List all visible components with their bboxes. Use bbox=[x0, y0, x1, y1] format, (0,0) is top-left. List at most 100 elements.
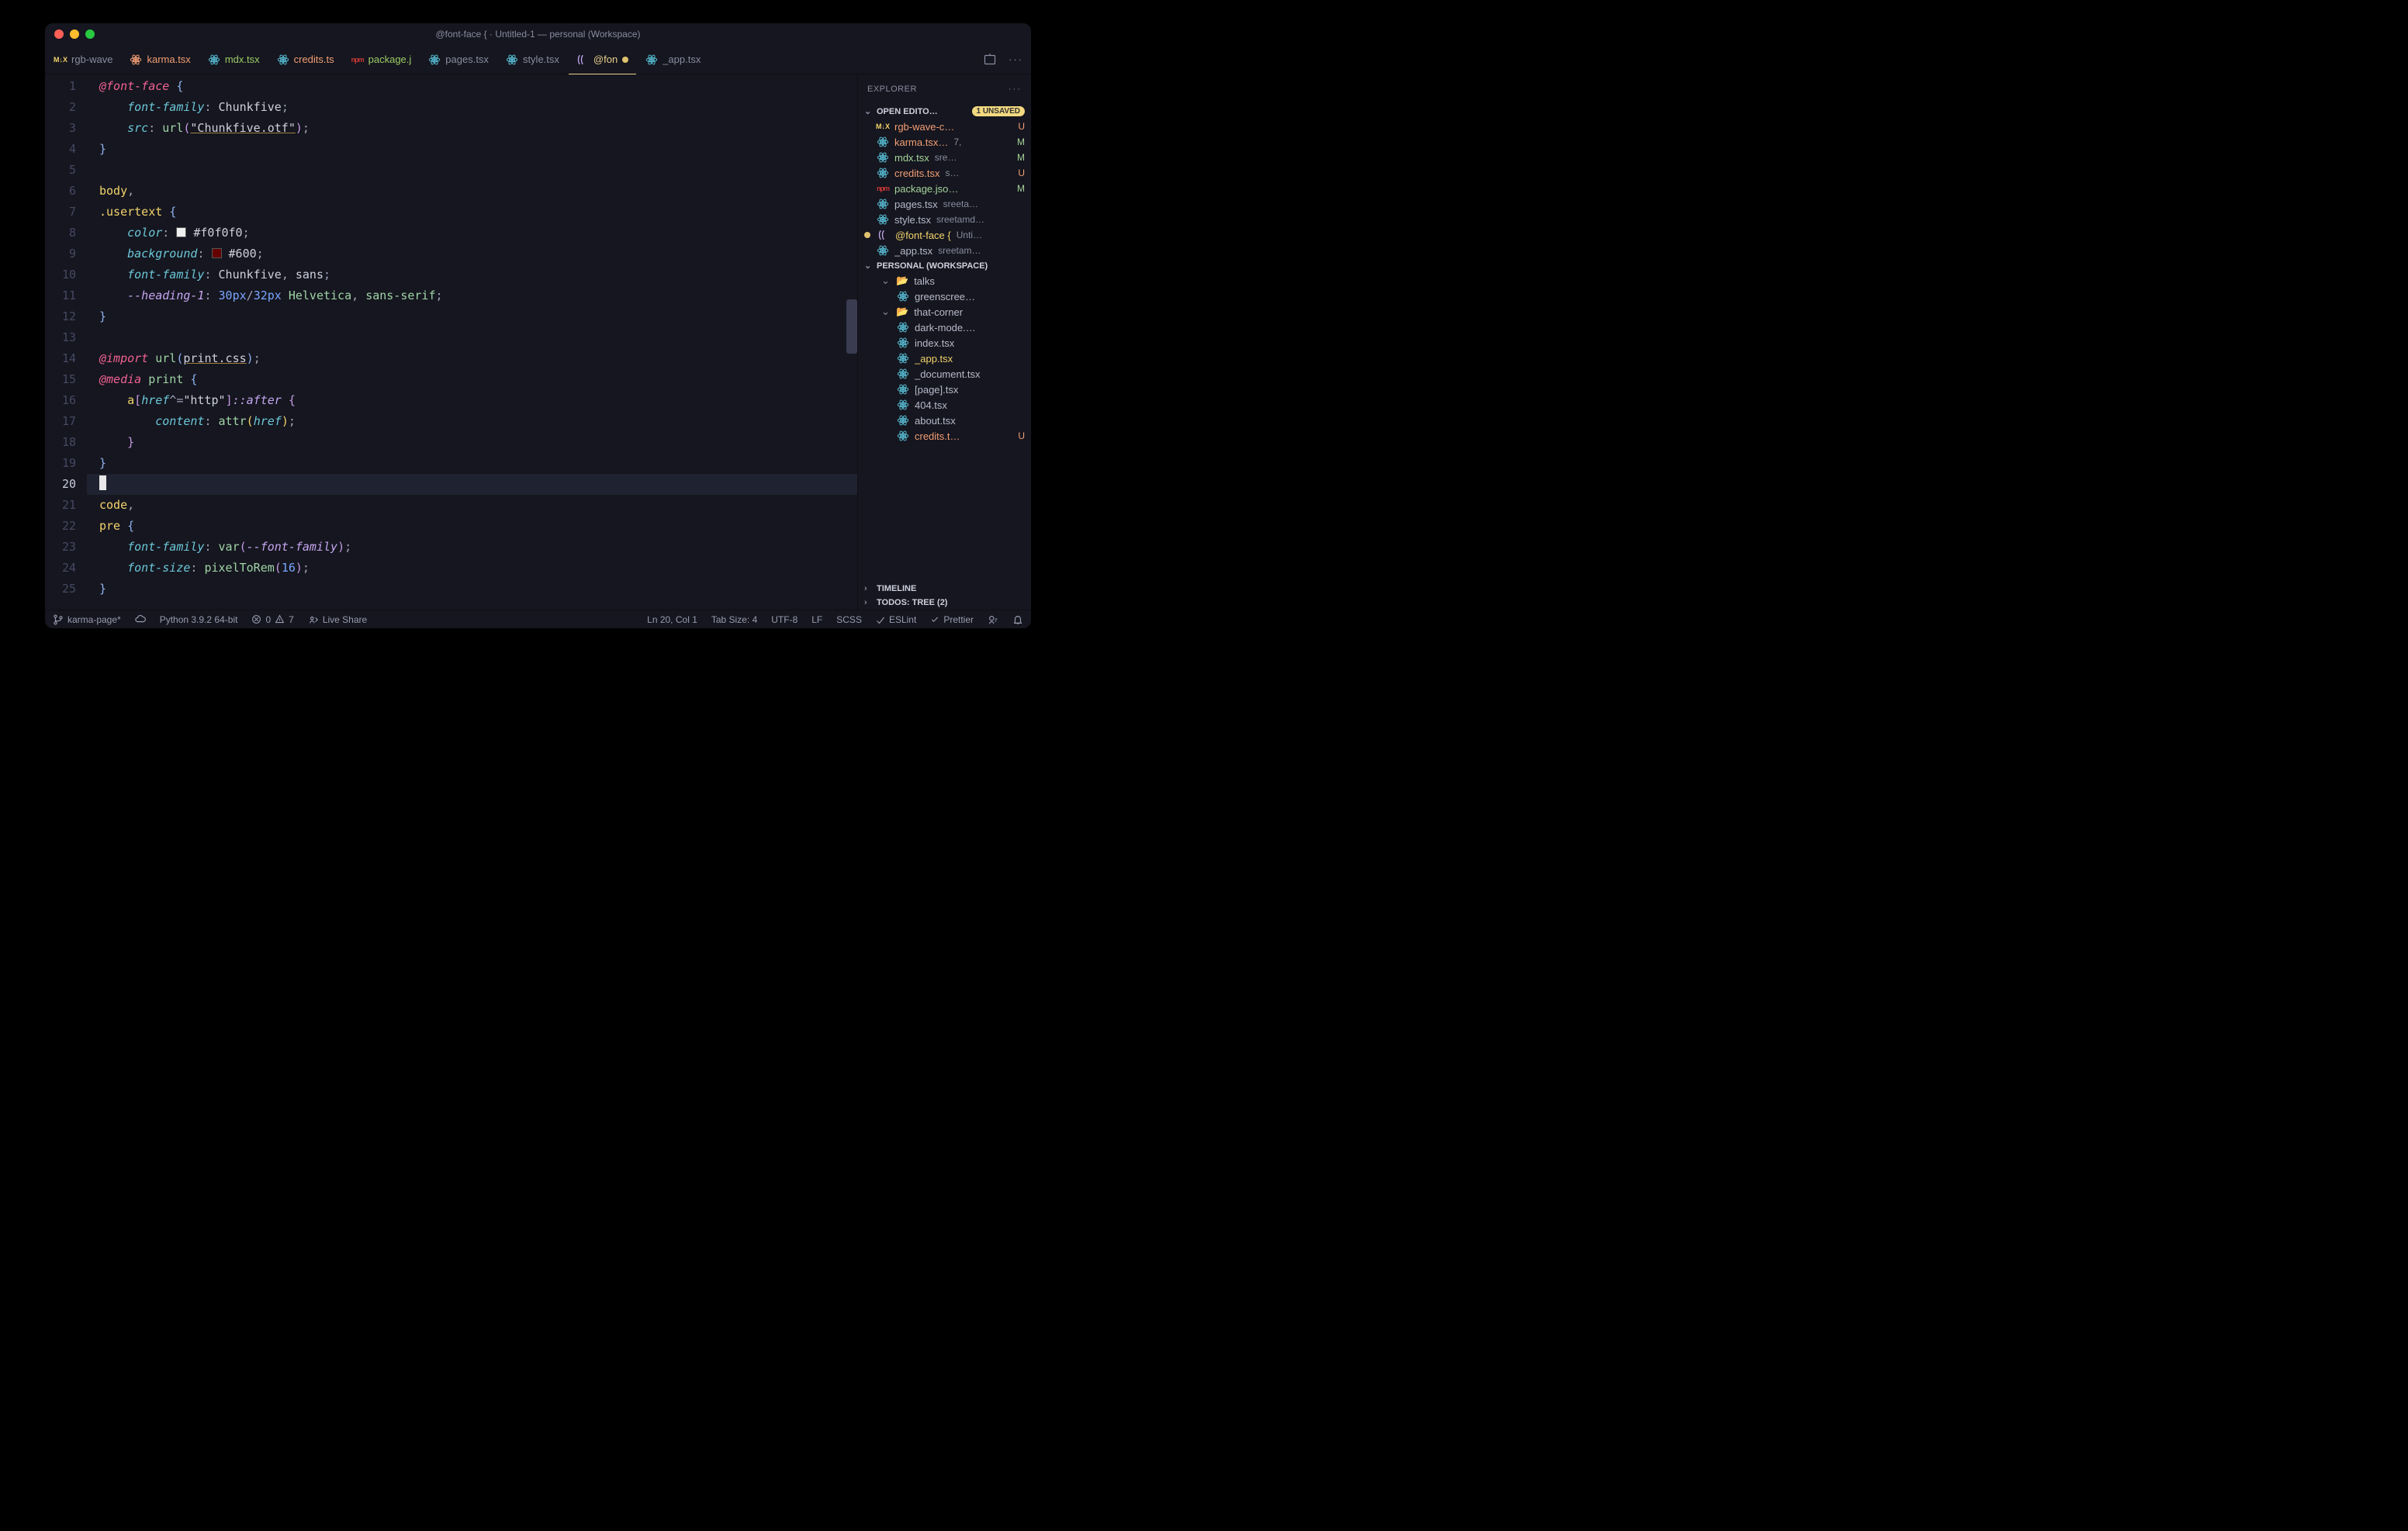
file-dark-mode[interactable]: dark-mode.… bbox=[858, 320, 1031, 335]
git-branch-status[interactable]: karma-page* bbox=[53, 614, 121, 625]
editor-window: @font-face { · Untitled-1 — personal (Wo… bbox=[45, 23, 1031, 628]
timeline-header[interactable]: › TIMELINE bbox=[858, 582, 1031, 596]
folder-open-icon: 📂 bbox=[896, 306, 908, 318]
window-title: @font-face { · Untitled-1 — personal (Wo… bbox=[45, 29, 1031, 40]
chevron-down-icon: ⌄ bbox=[881, 306, 891, 318]
react-icon bbox=[897, 368, 909, 380]
react-icon bbox=[877, 213, 889, 226]
npm-icon: npm bbox=[351, 54, 364, 66]
dirty-indicator-icon bbox=[622, 57, 628, 63]
eslint-status[interactable]: ESLint bbox=[876, 614, 916, 625]
status-bar: karma-page* Python 3.9.2 64-bit 0 7 Live… bbox=[45, 610, 1031, 628]
cloud-sync-status[interactable] bbox=[135, 614, 146, 625]
npm-icon: npm bbox=[877, 182, 889, 195]
workspace-header[interactable]: ⌄ PERSONAL (WORKSPACE) bbox=[858, 258, 1031, 273]
sidebar-header: EXPLORER ··· bbox=[858, 74, 1031, 104]
close-window-button[interactable] bbox=[54, 29, 64, 39]
python-interpreter-status[interactable]: Python 3.9.2 64-bit bbox=[160, 614, 238, 625]
open-editor-app[interactable]: _app.tsx sreetam… bbox=[858, 243, 1031, 258]
css-icon bbox=[576, 54, 589, 66]
liveshare-status[interactable]: Live Share bbox=[308, 614, 367, 625]
file-credits[interactable]: credits.t… U bbox=[858, 428, 1031, 444]
chevron-down-icon: ⌄ bbox=[864, 261, 874, 271]
open-editor-pages[interactable]: pages.tsx sreeta… bbox=[858, 196, 1031, 212]
chevron-down-icon: ⌄ bbox=[864, 106, 874, 116]
file-about[interactable]: about.tsx bbox=[858, 413, 1031, 428]
react-icon bbox=[506, 54, 518, 66]
todos-header[interactable]: › TODOS: TREE (2) bbox=[858, 596, 1031, 610]
unsaved-badge: 1 UNSAVED bbox=[972, 106, 1026, 116]
problems-status[interactable]: 0 7 bbox=[251, 614, 293, 625]
tab-pages[interactable]: pages.tsx bbox=[420, 45, 496, 74]
error-icon bbox=[251, 614, 261, 624]
minimize-window-button[interactable] bbox=[70, 29, 79, 39]
tab-package[interactable]: npm package.j bbox=[344, 45, 420, 74]
window-controls bbox=[45, 29, 95, 39]
scrollbar-thumb[interactable] bbox=[846, 299, 857, 354]
text-cursor bbox=[99, 475, 106, 490]
react-icon bbox=[428, 54, 441, 66]
code-editor[interactable]: 1234567891011121314151617181920212223242… bbox=[45, 74, 857, 610]
react-icon bbox=[277, 54, 289, 66]
tab-credits[interactable]: credits.ts bbox=[269, 45, 342, 74]
react-icon bbox=[897, 352, 909, 365]
split-editor-icon[interactable] bbox=[984, 54, 996, 66]
tab-mdx[interactable]: mdx.tsx bbox=[200, 45, 268, 74]
language-mode-status[interactable]: SCSS bbox=[836, 614, 862, 625]
file-greenscreen[interactable]: greenscree… bbox=[858, 289, 1031, 304]
maximize-window-button[interactable] bbox=[85, 29, 95, 39]
react-icon bbox=[130, 54, 142, 66]
mdx-icon: M↓X bbox=[54, 54, 67, 66]
react-icon bbox=[897, 414, 909, 427]
file-404[interactable]: 404.tsx bbox=[858, 397, 1031, 413]
liveshare-icon bbox=[308, 614, 319, 625]
folder-talks[interactable]: ⌄ 📂 talks bbox=[858, 273, 1031, 289]
open-editor-fontface[interactable]: @font-face { Unti… bbox=[858, 227, 1031, 243]
react-icon bbox=[877, 151, 889, 164]
eol-status[interactable]: LF bbox=[811, 614, 822, 625]
tab-fontface[interactable]: @fon bbox=[569, 45, 636, 74]
chevron-down-icon: ⌄ bbox=[881, 275, 891, 287]
react-icon bbox=[877, 244, 889, 257]
feedback-icon[interactable] bbox=[988, 614, 998, 625]
cloud-icon bbox=[135, 614, 146, 625]
open-editor-mdx[interactable]: mdx.tsx sre… M bbox=[858, 150, 1031, 165]
file-page[interactable]: [page].tsx bbox=[858, 382, 1031, 397]
encoding-status[interactable]: UTF-8 bbox=[771, 614, 797, 625]
explorer-title: EXPLORER bbox=[867, 85, 917, 94]
titlebar: @font-face { · Untitled-1 — personal (Wo… bbox=[45, 23, 1031, 45]
open-editor-credits[interactable]: credits.tsx s… U bbox=[858, 165, 1031, 181]
cursor-position-status[interactable]: Ln 20, Col 1 bbox=[647, 614, 697, 625]
tab-size-status[interactable]: Tab Size: 4 bbox=[711, 614, 757, 625]
explorer-more-icon[interactable]: ··· bbox=[1009, 85, 1022, 94]
react-icon bbox=[897, 290, 909, 302]
css-icon bbox=[877, 229, 890, 241]
react-icon bbox=[897, 321, 909, 334]
file-app[interactable]: _app.tsx bbox=[858, 351, 1031, 366]
open-editor-karma[interactable]: karma.tsx… 7, M bbox=[858, 134, 1031, 150]
scrollbar[interactable] bbox=[846, 74, 857, 610]
open-editor-rgb-wave[interactable]: M↓X rgb-wave-c… U bbox=[858, 119, 1031, 134]
react-icon bbox=[877, 198, 889, 210]
git-branch-icon bbox=[53, 614, 64, 625]
folder-that-corner[interactable]: ⌄ 📂 that-corner bbox=[858, 304, 1031, 320]
file-index[interactable]: index.tsx bbox=[858, 335, 1031, 351]
more-actions-icon[interactable]: ··· bbox=[1009, 54, 1023, 65]
tab-app[interactable]: _app.tsx bbox=[638, 45, 708, 74]
react-icon bbox=[897, 399, 909, 411]
file-document[interactable]: _document.tsx bbox=[858, 366, 1031, 382]
prettier-status[interactable]: Prettier bbox=[930, 614, 974, 625]
tab-rgb-wave[interactable]: M↓X rgb-wave bbox=[47, 45, 120, 74]
open-editor-package[interactable]: npm package.jso… M bbox=[858, 181, 1031, 196]
chevron-right-icon: › bbox=[864, 598, 874, 607]
open-editor-style[interactable]: style.tsx sreetamd… bbox=[858, 212, 1031, 227]
check-icon bbox=[930, 615, 939, 624]
chevron-right-icon: › bbox=[864, 584, 874, 593]
tab-style[interactable]: style.tsx bbox=[498, 45, 567, 74]
react-icon bbox=[877, 136, 889, 148]
notifications-icon[interactable] bbox=[1012, 614, 1023, 625]
tab-karma[interactable]: karma.tsx bbox=[122, 45, 198, 74]
open-editors-header[interactable]: ⌄ OPEN EDITO… 1 UNSAVED bbox=[858, 104, 1031, 119]
folder-open-icon: 📂 bbox=[896, 275, 908, 287]
code-area[interactable]: @font-face { font-family: Chunkfive; src… bbox=[87, 74, 857, 610]
